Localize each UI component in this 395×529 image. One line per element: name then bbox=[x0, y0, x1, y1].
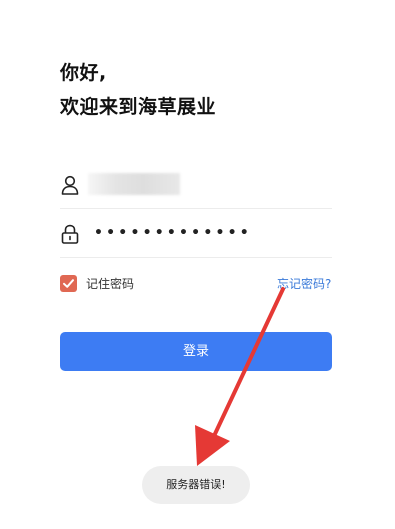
user-icon bbox=[61, 175, 79, 195]
password-value[interactable]: ••••••••••••• bbox=[94, 225, 252, 241]
forgot-password-link[interactable]: 忘记密码? bbox=[277, 275, 331, 292]
username-field[interactable]: user bbox=[60, 164, 332, 209]
remember-label: 记住密码 bbox=[86, 276, 135, 291]
username-value[interactable]: user bbox=[88, 173, 180, 195]
checkmark-icon bbox=[63, 278, 74, 288]
error-toast: 服务器错误! bbox=[142, 466, 250, 504]
remember-password[interactable]: 记住密码 bbox=[60, 273, 134, 293]
login-button[interactable]: 登录 bbox=[60, 332, 332, 371]
remember-checkbox[interactable] bbox=[60, 274, 77, 292]
greeting-line-2: 欢迎来到海草展业 bbox=[60, 96, 217, 118]
password-field[interactable]: ••••••••••••• bbox=[60, 213, 332, 258]
lock-icon bbox=[61, 224, 79, 244]
greeting-line-1: 你好, bbox=[60, 62, 107, 84]
